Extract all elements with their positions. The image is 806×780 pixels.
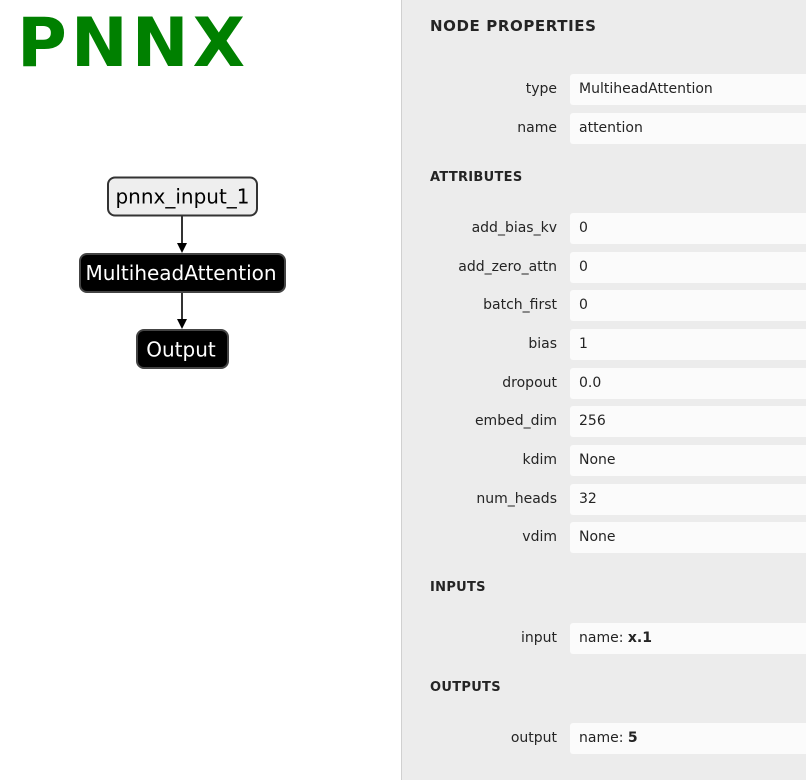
attribute-value[interactable]: 0 <box>570 290 806 321</box>
graph-pane[interactable]: PNNX pnnx_input_1 MultiheadAttention Out… <box>0 0 401 780</box>
model-graph[interactable]: pnnx_input_1 MultiheadAttention Output <box>0 0 401 780</box>
attribute-name: vdim <box>522 529 557 545</box>
output-row: output name: 5 <box>402 723 806 754</box>
property-row-type: type MultiheadAttention <box>402 74 806 105</box>
graph-edge <box>177 216 187 253</box>
attribute-row: bias 1 <box>402 329 806 360</box>
attribute-value[interactable]: 0.0 <box>570 368 806 399</box>
arrowhead-icon <box>177 319 187 329</box>
property-row-name: name attention <box>402 113 806 144</box>
inputs-section-title: INPUTS <box>430 580 486 595</box>
output-value[interactable]: name: 5 <box>570 723 806 754</box>
attribute-row: add_zero_attn 0 <box>402 252 806 283</box>
input-row: input name: x.1 <box>402 623 806 654</box>
node-label: MultiheadAttention <box>85 261 276 285</box>
attribute-name: embed_dim <box>474 413 557 429</box>
input-value[interactable]: name: x.1 <box>570 623 806 654</box>
graph-node-input[interactable]: pnnx_input_1 <box>107 176 258 217</box>
input-name: input <box>520 630 557 646</box>
sidebar-title: NODE PROPERTIES <box>430 17 597 35</box>
attribute-name: num_heads <box>476 491 557 507</box>
property-name: type <box>525 81 557 97</box>
input-tensor-name: x.1 <box>627 630 652 646</box>
attribute-row: num_heads 32 <box>402 484 806 515</box>
node-properties-sidebar[interactable]: NODE PROPERTIES type MultiheadAttention … <box>401 0 806 780</box>
attribute-value[interactable]: 1 <box>570 329 806 360</box>
output-name: output <box>510 730 557 746</box>
graph-node-multiheadattention[interactable]: MultiheadAttention <box>79 253 286 293</box>
input-value-prefix: name: <box>579 630 628 646</box>
arrowhead-icon <box>177 243 187 253</box>
graph-node-output[interactable]: Output <box>136 329 229 369</box>
attribute-row: dropout 0.0 <box>402 368 806 399</box>
attribute-name: kdim <box>522 452 557 468</box>
attribute-value[interactable]: 256 <box>570 406 806 437</box>
node-label: Output <box>146 338 216 362</box>
attribute-row: embed_dim 256 <box>402 406 806 437</box>
attribute-value[interactable]: None <box>570 445 806 476</box>
graph-edge <box>177 292 187 329</box>
attributes-section-title: ATTRIBUTES <box>430 170 523 185</box>
node-label: pnnx_input_1 <box>115 185 249 209</box>
attribute-value[interactable]: 0 <box>570 213 806 244</box>
attribute-name: batch_first <box>483 297 557 313</box>
property-name: name <box>517 120 557 136</box>
output-tensor-name: 5 <box>627 730 638 746</box>
attribute-value[interactable]: 0 <box>570 252 806 283</box>
attribute-row: kdim None <box>402 445 806 476</box>
property-value[interactable]: MultiheadAttention <box>570 74 806 105</box>
attribute-row: add_bias_kv 0 <box>402 213 806 244</box>
attribute-value[interactable]: None <box>570 522 806 553</box>
output-value-prefix: name: <box>579 730 628 746</box>
attribute-name: dropout <box>502 375 557 391</box>
attribute-name: add_bias_kv <box>471 220 557 236</box>
attribute-row: batch_first 0 <box>402 290 806 321</box>
attribute-name: add_zero_attn <box>458 259 557 275</box>
attribute-name: bias <box>528 336 557 352</box>
attribute-value[interactable]: 32 <box>570 484 806 515</box>
outputs-section-title: OUTPUTS <box>430 680 501 695</box>
attribute-row: vdim None <box>402 522 806 553</box>
property-value[interactable]: attention <box>570 113 806 144</box>
